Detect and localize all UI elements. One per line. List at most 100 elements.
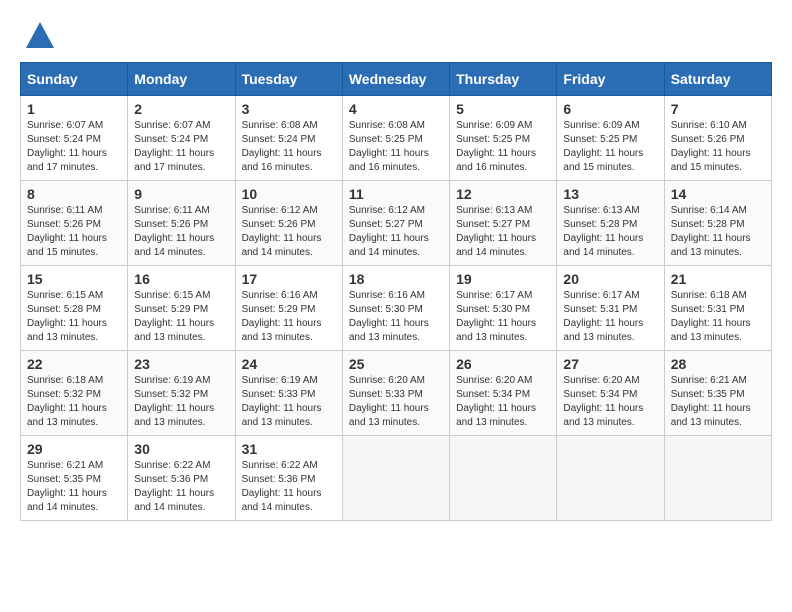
- day-number: 31: [242, 441, 336, 457]
- day-info: Sunrise: 6:12 AM Sunset: 5:27 PM Dayligh…: [349, 204, 443, 260]
- day-info: Sunrise: 6:18 AM Sunset: 5:31 PM Dayligh…: [671, 289, 765, 345]
- day-number: 13: [563, 186, 657, 202]
- calendar-day-cell: 3 Sunrise: 6:08 AM Sunset: 5:24 PM Dayli…: [235, 96, 342, 181]
- day-number: 17: [242, 271, 336, 287]
- calendar-day-cell: [342, 436, 449, 521]
- day-info: Sunrise: 6:22 AM Sunset: 5:36 PM Dayligh…: [242, 459, 336, 515]
- calendar-day-cell: 24 Sunrise: 6:19 AM Sunset: 5:33 PM Dayl…: [235, 351, 342, 436]
- day-number: 2: [134, 101, 228, 117]
- calendar-day-cell: 4 Sunrise: 6:08 AM Sunset: 5:25 PM Dayli…: [342, 96, 449, 181]
- day-number: 14: [671, 186, 765, 202]
- calendar-day-cell: 14 Sunrise: 6:14 AM Sunset: 5:28 PM Dayl…: [664, 181, 771, 266]
- day-info: Sunrise: 6:09 AM Sunset: 5:25 PM Dayligh…: [456, 119, 550, 175]
- day-info: Sunrise: 6:17 AM Sunset: 5:30 PM Dayligh…: [456, 289, 550, 345]
- day-of-week-header: Saturday: [664, 63, 771, 96]
- day-number: 16: [134, 271, 228, 287]
- day-number: 19: [456, 271, 550, 287]
- calendar-day-cell: 25 Sunrise: 6:20 AM Sunset: 5:33 PM Dayl…: [342, 351, 449, 436]
- day-number: 24: [242, 356, 336, 372]
- day-info: Sunrise: 6:19 AM Sunset: 5:33 PM Dayligh…: [242, 374, 336, 430]
- day-info: Sunrise: 6:19 AM Sunset: 5:32 PM Dayligh…: [134, 374, 228, 430]
- day-info: Sunrise: 6:14 AM Sunset: 5:28 PM Dayligh…: [671, 204, 765, 260]
- day-info: Sunrise: 6:20 AM Sunset: 5:34 PM Dayligh…: [456, 374, 550, 430]
- calendar-day-cell: 28 Sunrise: 6:21 AM Sunset: 5:35 PM Dayl…: [664, 351, 771, 436]
- day-number: 10: [242, 186, 336, 202]
- day-of-week-header: Thursday: [450, 63, 557, 96]
- day-number: 18: [349, 271, 443, 287]
- calendar-day-cell: 9 Sunrise: 6:11 AM Sunset: 5:26 PM Dayli…: [128, 181, 235, 266]
- calendar-day-cell: 16 Sunrise: 6:15 AM Sunset: 5:29 PM Dayl…: [128, 266, 235, 351]
- day-info: Sunrise: 6:22 AM Sunset: 5:36 PM Dayligh…: [134, 459, 228, 515]
- day-of-week-header: Monday: [128, 63, 235, 96]
- calendar-day-cell: 17 Sunrise: 6:16 AM Sunset: 5:29 PM Dayl…: [235, 266, 342, 351]
- page-header: [20, 20, 772, 52]
- calendar-header-row: SundayMondayTuesdayWednesdayThursdayFrid…: [21, 63, 772, 96]
- day-info: Sunrise: 6:10 AM Sunset: 5:26 PM Dayligh…: [671, 119, 765, 175]
- calendar-week-row: 1 Sunrise: 6:07 AM Sunset: 5:24 PM Dayli…: [21, 96, 772, 181]
- calendar-day-cell: 29 Sunrise: 6:21 AM Sunset: 5:35 PM Dayl…: [21, 436, 128, 521]
- calendar-day-cell: [664, 436, 771, 521]
- day-info: Sunrise: 6:21 AM Sunset: 5:35 PM Dayligh…: [27, 459, 121, 515]
- calendar-day-cell: 11 Sunrise: 6:12 AM Sunset: 5:27 PM Dayl…: [342, 181, 449, 266]
- day-number: 3: [242, 101, 336, 117]
- day-info: Sunrise: 6:20 AM Sunset: 5:34 PM Dayligh…: [563, 374, 657, 430]
- day-info: Sunrise: 6:13 AM Sunset: 5:28 PM Dayligh…: [563, 204, 657, 260]
- day-info: Sunrise: 6:08 AM Sunset: 5:25 PM Dayligh…: [349, 119, 443, 175]
- calendar-day-cell: [557, 436, 664, 521]
- calendar-day-cell: 12 Sunrise: 6:13 AM Sunset: 5:27 PM Dayl…: [450, 181, 557, 266]
- day-info: Sunrise: 6:20 AM Sunset: 5:33 PM Dayligh…: [349, 374, 443, 430]
- calendar-day-cell: 1 Sunrise: 6:07 AM Sunset: 5:24 PM Dayli…: [21, 96, 128, 181]
- calendar-week-row: 8 Sunrise: 6:11 AM Sunset: 5:26 PM Dayli…: [21, 181, 772, 266]
- day-info: Sunrise: 6:16 AM Sunset: 5:30 PM Dayligh…: [349, 289, 443, 345]
- calendar-table: SundayMondayTuesdayWednesdayThursdayFrid…: [20, 62, 772, 521]
- calendar-day-cell: 23 Sunrise: 6:19 AM Sunset: 5:32 PM Dayl…: [128, 351, 235, 436]
- day-info: Sunrise: 6:21 AM Sunset: 5:35 PM Dayligh…: [671, 374, 765, 430]
- day-info: Sunrise: 6:08 AM Sunset: 5:24 PM Dayligh…: [242, 119, 336, 175]
- calendar-day-cell: 7 Sunrise: 6:10 AM Sunset: 5:26 PM Dayli…: [664, 96, 771, 181]
- day-info: Sunrise: 6:07 AM Sunset: 5:24 PM Dayligh…: [27, 119, 121, 175]
- day-number: 20: [563, 271, 657, 287]
- calendar-day-cell: 22 Sunrise: 6:18 AM Sunset: 5:32 PM Dayl…: [21, 351, 128, 436]
- day-number: 6: [563, 101, 657, 117]
- calendar-day-cell: 2 Sunrise: 6:07 AM Sunset: 5:24 PM Dayli…: [128, 96, 235, 181]
- day-number: 22: [27, 356, 121, 372]
- calendar-day-cell: 21 Sunrise: 6:18 AM Sunset: 5:31 PM Dayl…: [664, 266, 771, 351]
- day-info: Sunrise: 6:11 AM Sunset: 5:26 PM Dayligh…: [134, 204, 228, 260]
- calendar-day-cell: 27 Sunrise: 6:20 AM Sunset: 5:34 PM Dayl…: [557, 351, 664, 436]
- day-number: 5: [456, 101, 550, 117]
- calendar-day-cell: 5 Sunrise: 6:09 AM Sunset: 5:25 PM Dayli…: [450, 96, 557, 181]
- calendar-day-cell: 13 Sunrise: 6:13 AM Sunset: 5:28 PM Dayl…: [557, 181, 664, 266]
- day-of-week-header: Sunday: [21, 63, 128, 96]
- day-info: Sunrise: 6:17 AM Sunset: 5:31 PM Dayligh…: [563, 289, 657, 345]
- calendar-day-cell: [450, 436, 557, 521]
- calendar-day-cell: 6 Sunrise: 6:09 AM Sunset: 5:25 PM Dayli…: [557, 96, 664, 181]
- calendar-day-cell: 30 Sunrise: 6:22 AM Sunset: 5:36 PM Dayl…: [128, 436, 235, 521]
- day-info: Sunrise: 6:15 AM Sunset: 5:29 PM Dayligh…: [134, 289, 228, 345]
- day-number: 21: [671, 271, 765, 287]
- day-number: 15: [27, 271, 121, 287]
- day-number: 25: [349, 356, 443, 372]
- day-info: Sunrise: 6:16 AM Sunset: 5:29 PM Dayligh…: [242, 289, 336, 345]
- day-of-week-header: Wednesday: [342, 63, 449, 96]
- calendar-day-cell: 10 Sunrise: 6:12 AM Sunset: 5:26 PM Dayl…: [235, 181, 342, 266]
- day-number: 11: [349, 186, 443, 202]
- day-number: 8: [27, 186, 121, 202]
- calendar-day-cell: 19 Sunrise: 6:17 AM Sunset: 5:30 PM Dayl…: [450, 266, 557, 351]
- logo: [20, 20, 56, 52]
- day-info: Sunrise: 6:13 AM Sunset: 5:27 PM Dayligh…: [456, 204, 550, 260]
- day-info: Sunrise: 6:18 AM Sunset: 5:32 PM Dayligh…: [27, 374, 121, 430]
- logo-icon: [24, 20, 56, 52]
- day-info: Sunrise: 6:09 AM Sunset: 5:25 PM Dayligh…: [563, 119, 657, 175]
- day-number: 23: [134, 356, 228, 372]
- day-number: 1: [27, 101, 121, 117]
- day-of-week-header: Tuesday: [235, 63, 342, 96]
- day-number: 4: [349, 101, 443, 117]
- day-of-week-header: Friday: [557, 63, 664, 96]
- day-number: 29: [27, 441, 121, 457]
- day-number: 9: [134, 186, 228, 202]
- calendar-day-cell: 26 Sunrise: 6:20 AM Sunset: 5:34 PM Dayl…: [450, 351, 557, 436]
- calendar-day-cell: 20 Sunrise: 6:17 AM Sunset: 5:31 PM Dayl…: [557, 266, 664, 351]
- calendar-day-cell: 18 Sunrise: 6:16 AM Sunset: 5:30 PM Dayl…: [342, 266, 449, 351]
- day-number: 26: [456, 356, 550, 372]
- calendar-day-cell: 15 Sunrise: 6:15 AM Sunset: 5:28 PM Dayl…: [21, 266, 128, 351]
